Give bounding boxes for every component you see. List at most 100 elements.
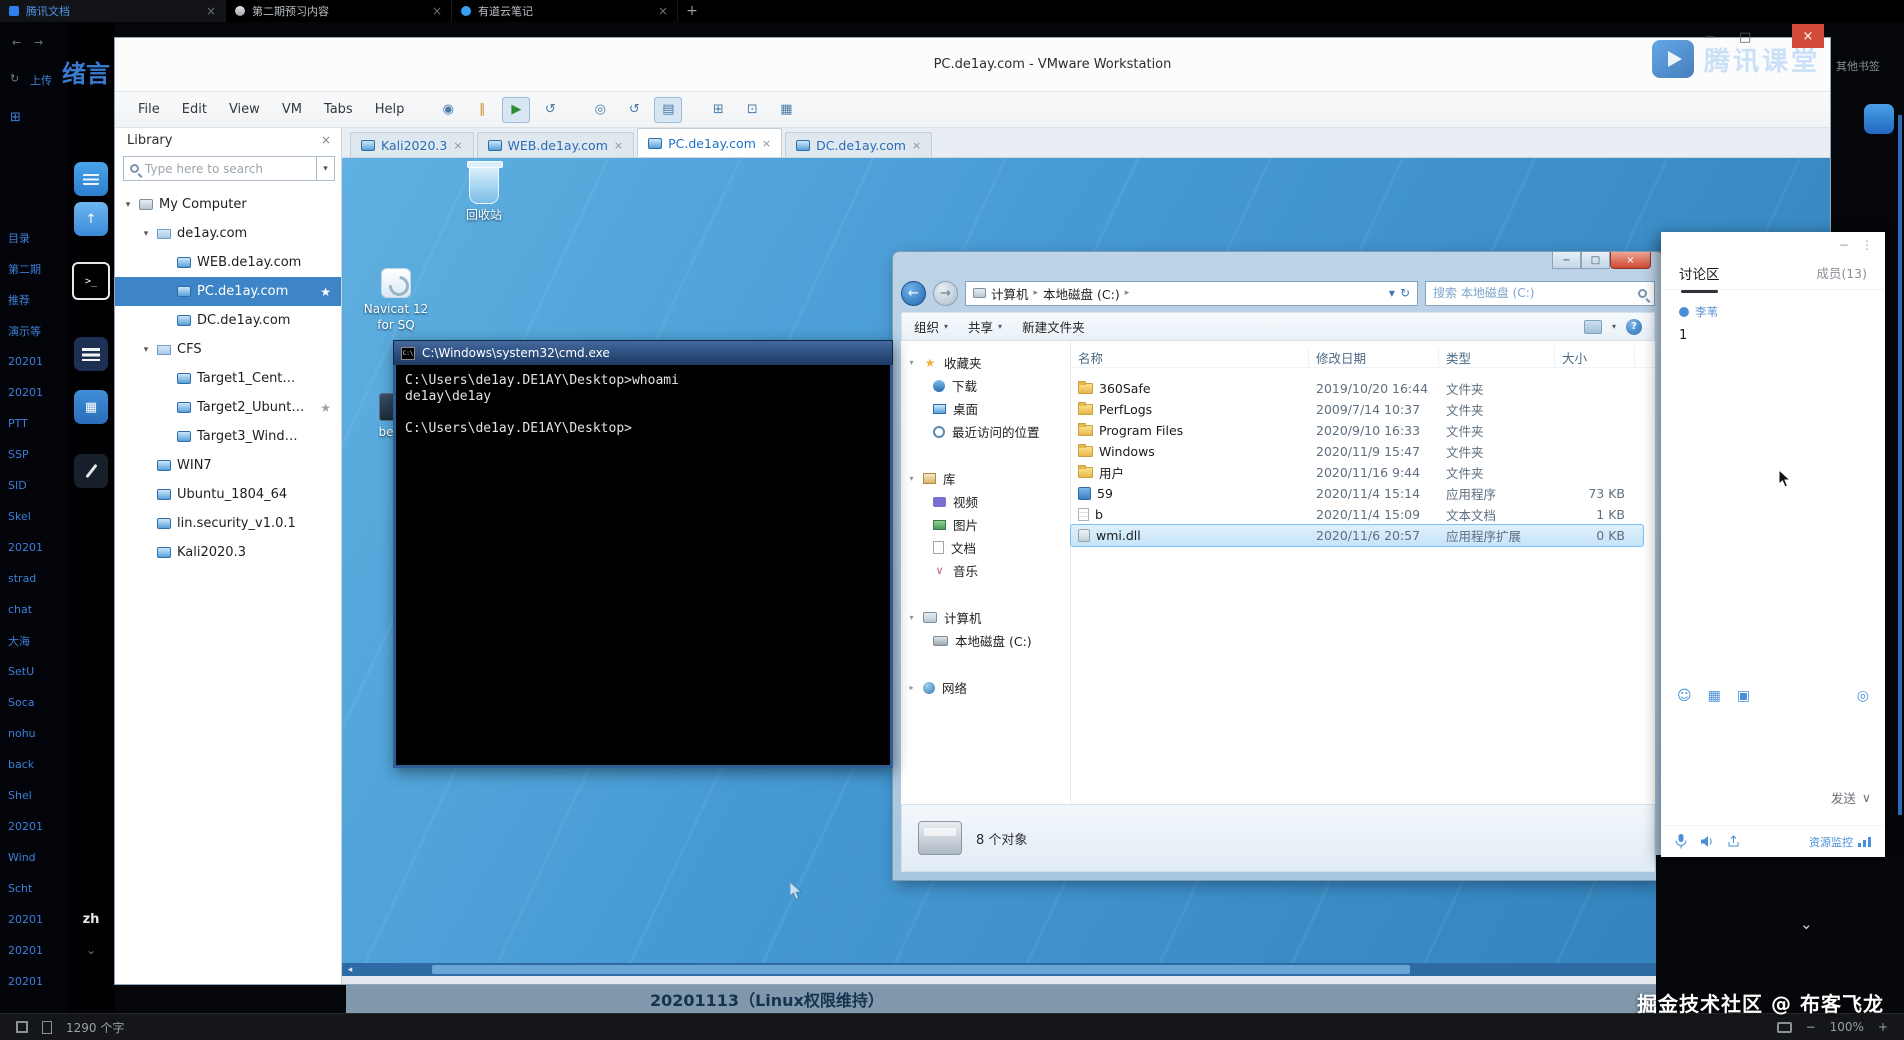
- note-list-item[interactable]: 演示等: [0, 315, 67, 346]
- menu-vm[interactable]: VM: [271, 98, 313, 121]
- note-list-item[interactable]: 20201: [0, 346, 67, 377]
- other-bookmarks[interactable]: 其他书签: [1836, 58, 1880, 74]
- expander-icon[interactable]: ▾: [907, 613, 916, 622]
- note-list-item[interactable]: SSP: [0, 439, 67, 470]
- close-button[interactable]: ×: [1610, 252, 1651, 269]
- menu-file[interactable]: File: [127, 98, 171, 121]
- file-row[interactable]: Windows 2020/11/9 15:47 文件夹: [1071, 441, 1643, 462]
- close-tab-icon[interactable]: ×: [912, 139, 921, 152]
- caret-down-icon[interactable]: ▾: [141, 345, 151, 355]
- panel-chevron-icon[interactable]: ⌄: [1800, 915, 1813, 933]
- file-row-selected[interactable]: wmi.dll 2020/11/6 20:57 应用程序扩展 0 KB: [1070, 524, 1644, 547]
- refresh-icon[interactable]: ↻: [10, 72, 19, 85]
- back-button[interactable]: ←: [901, 280, 926, 306]
- tree-item-my-computer[interactable]: ▾ My Computer: [115, 190, 341, 219]
- image-icon[interactable]: ▣: [1737, 688, 1750, 704]
- scrollbar-thumb[interactable]: [432, 965, 1410, 974]
- favorite-star-icon[interactable]: ★: [320, 285, 331, 299]
- zoom-level[interactable]: 100%: [1830, 1020, 1864, 1034]
- note-list-item[interactable]: SetU: [0, 656, 67, 687]
- close-tab-icon[interactable]: ×: [432, 4, 442, 18]
- browser-tab-preview[interactable]: 第二期预习内容 ×: [226, 0, 452, 22]
- note-list-item[interactable]: Wind: [0, 842, 67, 873]
- note-list-item[interactable]: 20201: [0, 811, 67, 842]
- caret-down-icon[interactable]: ▾: [141, 229, 151, 239]
- nav-group-libraries[interactable]: ▾ 库: [901, 467, 1070, 490]
- change-view-icon[interactable]: [1583, 319, 1602, 334]
- library-close-icon[interactable]: ×: [321, 133, 331, 147]
- column-header-type[interactable]: 类型: [1439, 347, 1555, 367]
- nav-item-videos[interactable]: 视频: [901, 490, 1070, 513]
- tree-item-target3[interactable]: Target3_Wind…: [115, 422, 341, 451]
- tree-item-linsecurity[interactable]: lin.security_v1.0.1: [115, 509, 341, 538]
- note-list-item[interactable]: Skel: [0, 501, 67, 532]
- expander-icon[interactable]: ▸: [907, 683, 916, 692]
- fullscreen-icon[interactable]: ⊡: [738, 97, 766, 123]
- new-folder-button[interactable]: 新建文件夹: [1022, 317, 1085, 336]
- note-list-item[interactable]: back: [0, 749, 67, 780]
- note-list-item[interactable]: 推荐: [0, 284, 67, 315]
- tree-item-cfs-group[interactable]: ▾ CFS: [115, 335, 341, 364]
- window-minimize-icon[interactable]: −: [1705, 30, 1716, 45]
- note-list-item[interactable]: 20201: [0, 532, 67, 563]
- refresh-icon[interactable]: ↻: [1400, 286, 1410, 300]
- speaker-icon[interactable]: [1700, 835, 1714, 848]
- resource-monitor[interactable]: 资源监控: [1809, 834, 1871, 850]
- note-list-item[interactable]: strad: [0, 563, 67, 594]
- window-close-button[interactable]: ×: [1792, 24, 1824, 48]
- desktop-icon-recycle-bin[interactable]: 回收站: [442, 161, 526, 224]
- menu-help[interactable]: Help: [364, 98, 416, 121]
- settings-icon[interactable]: ◎: [1857, 688, 1869, 704]
- help-icon[interactable]: ?: [1626, 318, 1642, 335]
- file-row[interactable]: 360Safe 2019/10/20 16:44 文件夹: [1071, 378, 1643, 399]
- library-toggle-icon[interactable]: ⊞: [704, 97, 732, 123]
- vm-tab-dc[interactable]: DC.de1ay.com ×: [785, 132, 933, 157]
- nav-item-pictures[interactable]: 图片: [901, 513, 1070, 536]
- note-list-item[interactable]: 20201: [0, 377, 67, 408]
- library-search-box[interactable]: [123, 156, 317, 181]
- upload-app-icon[interactable]: ↑: [74, 202, 108, 236]
- upload-button[interactable]: 上传: [30, 72, 52, 88]
- breadcrumb-disk-c[interactable]: 本地磁盘 (C:): [1043, 284, 1120, 303]
- send-button[interactable]: 发送 ∨: [1831, 788, 1871, 807]
- expander-icon[interactable]: ▾: [907, 358, 916, 367]
- screenshot-icon[interactable]: ▦: [1708, 688, 1721, 704]
- breadcrumb-separator-icon[interactable]: ▸: [1034, 288, 1039, 298]
- expander-icon[interactable]: ▾: [907, 474, 916, 483]
- close-tab-icon[interactable]: ×: [206, 4, 216, 18]
- tree-item-de1ay-group[interactable]: ▾ de1ay.com: [115, 219, 341, 248]
- library-search-input[interactable]: [145, 161, 310, 176]
- zoom-in-icon[interactable]: +: [1878, 1020, 1888, 1034]
- minimize-button[interactable]: −: [1552, 252, 1581, 269]
- grid-app-icon[interactable]: ▦: [74, 390, 108, 424]
- note-list-item[interactable]: 目录: [0, 222, 67, 253]
- play-icon[interactable]: ▶: [502, 96, 531, 123]
- power-icon[interactable]: ◉: [434, 97, 462, 123]
- close-tab-icon[interactable]: ×: [658, 4, 668, 18]
- menu-tabs[interactable]: Tabs: [313, 98, 364, 121]
- display-icon[interactable]: [1776, 1021, 1792, 1033]
- vm-tab-web[interactable]: WEB.de1ay.com ×: [476, 132, 635, 157]
- tab-members[interactable]: 成员(13): [1816, 263, 1867, 282]
- column-header-name[interactable]: 名称: [1071, 347, 1309, 367]
- nav-item-downloads[interactable]: 下载: [901, 374, 1070, 397]
- new-tab-button[interactable]: +: [678, 0, 706, 22]
- organize-button[interactable]: 组织 ▾: [914, 317, 948, 336]
- share-button[interactable]: 共享 ▾: [968, 317, 1002, 336]
- vm-tab-kali[interactable]: Kali2020.3 ×: [350, 132, 474, 157]
- note-list-item[interactable]: 20201: [0, 966, 67, 997]
- tree-item-target2[interactable]: Target2_Ubunt… ★: [115, 393, 341, 422]
- input-method-indicator[interactable]: zh: [67, 912, 115, 927]
- forward-icon[interactable]: →: [34, 36, 43, 49]
- nav-item-disk-c[interactable]: 本地磁盘 (C:): [901, 629, 1070, 652]
- explorer-search-box[interactable]: [1425, 280, 1655, 306]
- manage-snapshots-icon[interactable]: ▤: [654, 96, 683, 123]
- window-maximize-icon[interactable]: □: [1739, 30, 1751, 45]
- note-list-item[interactable]: nohu: [0, 718, 67, 749]
- dock-chevron-icon[interactable]: ⌄: [67, 943, 115, 957]
- tree-item-pc-de1ay[interactable]: PC.de1ay.com ★: [115, 277, 341, 306]
- nav-group-favorites[interactable]: ▾ ★ 收藏夹: [901, 351, 1070, 374]
- terminal-output[interactable]: C:\Users\de1ay.DE1AY\Desktop>whoami de1a…: [393, 365, 893, 768]
- favorite-star-icon[interactable]: ★: [320, 401, 331, 415]
- note-list-item[interactable]: Shel: [0, 780, 67, 811]
